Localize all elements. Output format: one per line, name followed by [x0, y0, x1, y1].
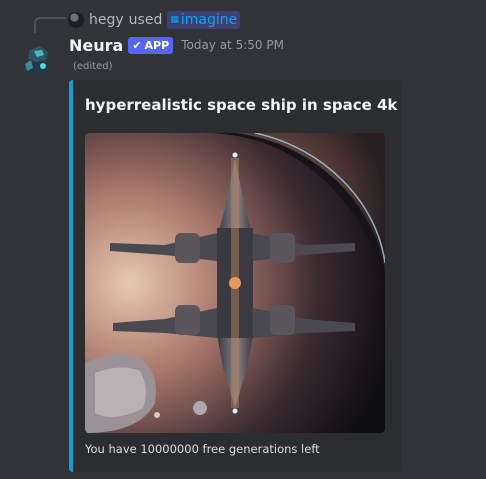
verified-check-icon: ✔: [132, 38, 142, 52]
embed-footer: You have 10000000 free generations left: [85, 442, 320, 456]
avatar[interactable]: [16, 38, 56, 78]
bot-avatar-icon: [16, 38, 56, 78]
generated-spaceship-image[interactable]: [85, 133, 385, 433]
reply-spine: [34, 17, 66, 33]
reply-context[interactable]: hegy used ▦ imagine: [68, 10, 241, 30]
slash-command-icon: ▦: [170, 15, 178, 25]
edited-label: (edited): [73, 61, 113, 72]
message-header: Neura ✔ APP Today at 5:50 PM: [69, 34, 284, 56]
app-badge: ✔ APP: [128, 36, 174, 54]
author-name[interactable]: Neura: [69, 36, 123, 55]
app-badge-label: APP: [144, 38, 170, 52]
reply-user-avatar[interactable]: [68, 12, 84, 28]
spaceship-illustration: [85, 133, 385, 433]
command-name: imagine: [180, 12, 238, 28]
embed-card: hyperrealistic space ship in space 4k Yo…: [69, 80, 401, 472]
command-mention[interactable]: ▦ imagine: [167, 11, 241, 29]
reply-username[interactable]: hegy: [89, 12, 124, 28]
embed-title: hyperrealistic space ship in space 4k: [85, 96, 398, 114]
timestamp[interactable]: Today at 5:50 PM: [181, 38, 284, 52]
reply-used-text: used: [128, 12, 163, 28]
